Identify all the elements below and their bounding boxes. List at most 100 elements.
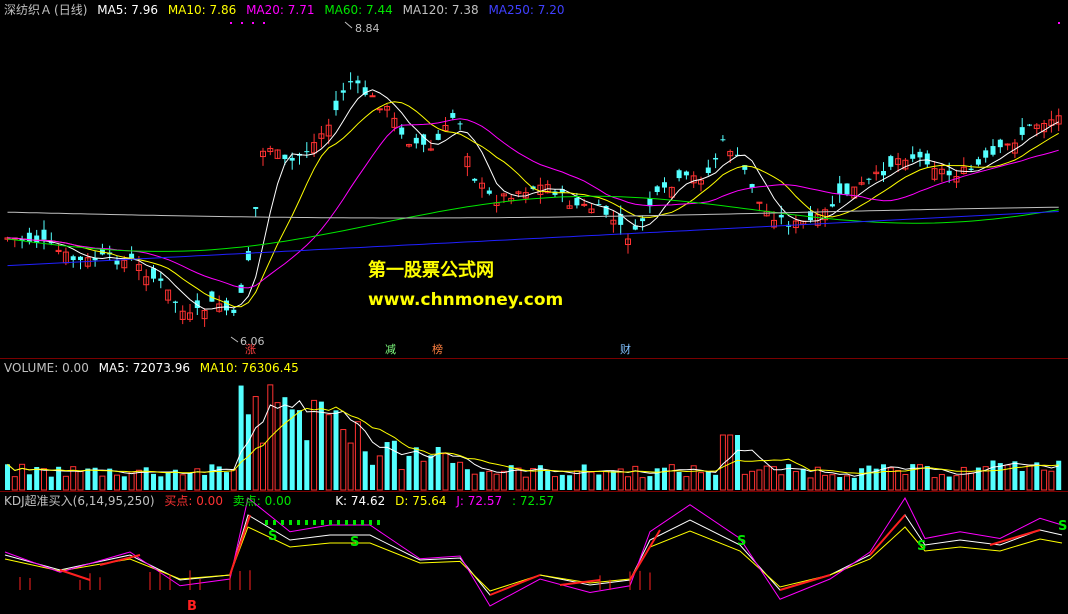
event-tag-finance[interactable]: 财 xyxy=(619,343,632,356)
volume-bar xyxy=(362,451,368,490)
volume-bar xyxy=(260,442,266,491)
volume-bar xyxy=(252,396,259,491)
volume-bar xyxy=(647,476,653,490)
volume-bar xyxy=(48,476,54,490)
sell-signal-tick xyxy=(297,520,300,525)
low-pointer xyxy=(230,336,239,343)
volume-bar xyxy=(158,476,164,490)
signal-dot xyxy=(241,22,243,24)
volume-bar xyxy=(209,464,215,490)
watermark-title: 第一股票公式网 xyxy=(368,260,494,281)
volume-bar xyxy=(370,464,375,490)
candle-body xyxy=(574,197,580,206)
signal-dot xyxy=(252,22,254,24)
candle-body xyxy=(581,203,588,206)
volume-bar xyxy=(596,474,602,490)
volume-bar xyxy=(347,442,354,491)
volume-bar xyxy=(274,402,281,491)
sell-signal-tick xyxy=(361,520,364,525)
candle-body xyxy=(705,167,711,174)
ma120-line xyxy=(7,206,1059,219)
candle-body xyxy=(683,171,689,176)
candle-body xyxy=(158,278,164,281)
kdj-rise-segment xyxy=(869,514,906,556)
event-tag-list[interactable]: 榜 xyxy=(431,343,444,356)
signal-dot xyxy=(230,22,232,24)
ma60-value: MA60: 7.44 xyxy=(324,3,393,17)
candle-body xyxy=(340,90,346,93)
candle-body xyxy=(399,127,405,135)
volume-bar xyxy=(325,414,332,491)
volume-bar xyxy=(938,474,945,491)
candle-body xyxy=(472,178,478,181)
sell-signal-tick xyxy=(377,520,380,525)
kdj-rise-segment xyxy=(989,529,1041,546)
volume-bar xyxy=(457,461,464,491)
stock-name[interactable]: 深纺织Ａ xyxy=(4,3,52,17)
volume-ma10: MA10: 76306.45 xyxy=(199,361,299,375)
volume-bar xyxy=(99,475,106,491)
volume-bar xyxy=(92,467,98,490)
volume-bar xyxy=(567,475,573,490)
volume-bar xyxy=(763,465,770,491)
candle-body xyxy=(78,256,83,261)
ma60-line xyxy=(7,195,1059,252)
volume-bar xyxy=(245,414,251,490)
volume-bar xyxy=(713,474,719,490)
volume-bar xyxy=(800,468,806,490)
volume-bar xyxy=(391,440,397,490)
candle-body xyxy=(289,157,295,161)
volume-bar xyxy=(41,468,47,491)
volume-bar xyxy=(230,469,237,491)
volume-bar xyxy=(654,468,660,490)
kdj-rise-segment xyxy=(59,569,91,581)
volume-bar xyxy=(683,476,690,491)
high-price-label: 8.84 xyxy=(355,22,380,35)
candle-body xyxy=(435,133,441,140)
volume-bar xyxy=(698,472,704,491)
kdj-extra-value: : 72.57 xyxy=(511,494,555,508)
candle-body xyxy=(647,198,653,207)
volume-bar xyxy=(530,467,537,491)
volume-ma5: MA5: 72073.96 xyxy=(98,361,190,375)
volume-bar xyxy=(639,477,646,491)
candle-body xyxy=(333,100,339,111)
sell-signal-tick xyxy=(353,520,356,525)
candle-body xyxy=(151,268,156,279)
volume-bar xyxy=(625,476,631,491)
candle-body xyxy=(1019,127,1025,135)
volume-bar xyxy=(384,442,390,490)
ma20-line xyxy=(7,118,1059,289)
candle-body xyxy=(450,113,456,118)
volume-bar xyxy=(479,471,485,490)
ma250-line xyxy=(7,211,1059,267)
volume-bar xyxy=(304,440,310,490)
sell-marker: S xyxy=(737,534,746,549)
volume-bar xyxy=(1041,469,1048,491)
volume-bar xyxy=(311,399,318,491)
candle-body xyxy=(946,170,952,176)
candle-body xyxy=(654,186,660,193)
candle-body xyxy=(457,123,463,125)
volume-bar xyxy=(121,476,127,490)
candle-body xyxy=(917,151,923,158)
volume-bar xyxy=(1012,461,1018,490)
volume-bar xyxy=(668,464,675,491)
volume-bar xyxy=(5,464,10,490)
candle-body xyxy=(837,183,843,195)
sell-signal-tick xyxy=(305,520,308,525)
kdj-rise-segment xyxy=(629,529,661,581)
candle-body xyxy=(888,156,894,167)
volume-bar xyxy=(493,473,500,491)
volume-bar xyxy=(837,477,843,490)
ma20-value: MA20: 7.71 xyxy=(246,3,315,17)
sell-signal-tick xyxy=(273,520,276,525)
candle-body xyxy=(778,214,784,218)
volume-bar xyxy=(953,475,960,491)
candle-body xyxy=(983,150,989,158)
kdj-header: KDJ超准买入(6,14,95,250) 买点: 0.00 卖点: 0.00 K… xyxy=(4,493,560,509)
candle-body xyxy=(990,146,996,155)
event-tag-reduce[interactable]: 减 xyxy=(384,343,397,356)
volume-bar xyxy=(749,470,756,491)
event-tag-rise[interactable]: 涨 xyxy=(244,343,257,356)
